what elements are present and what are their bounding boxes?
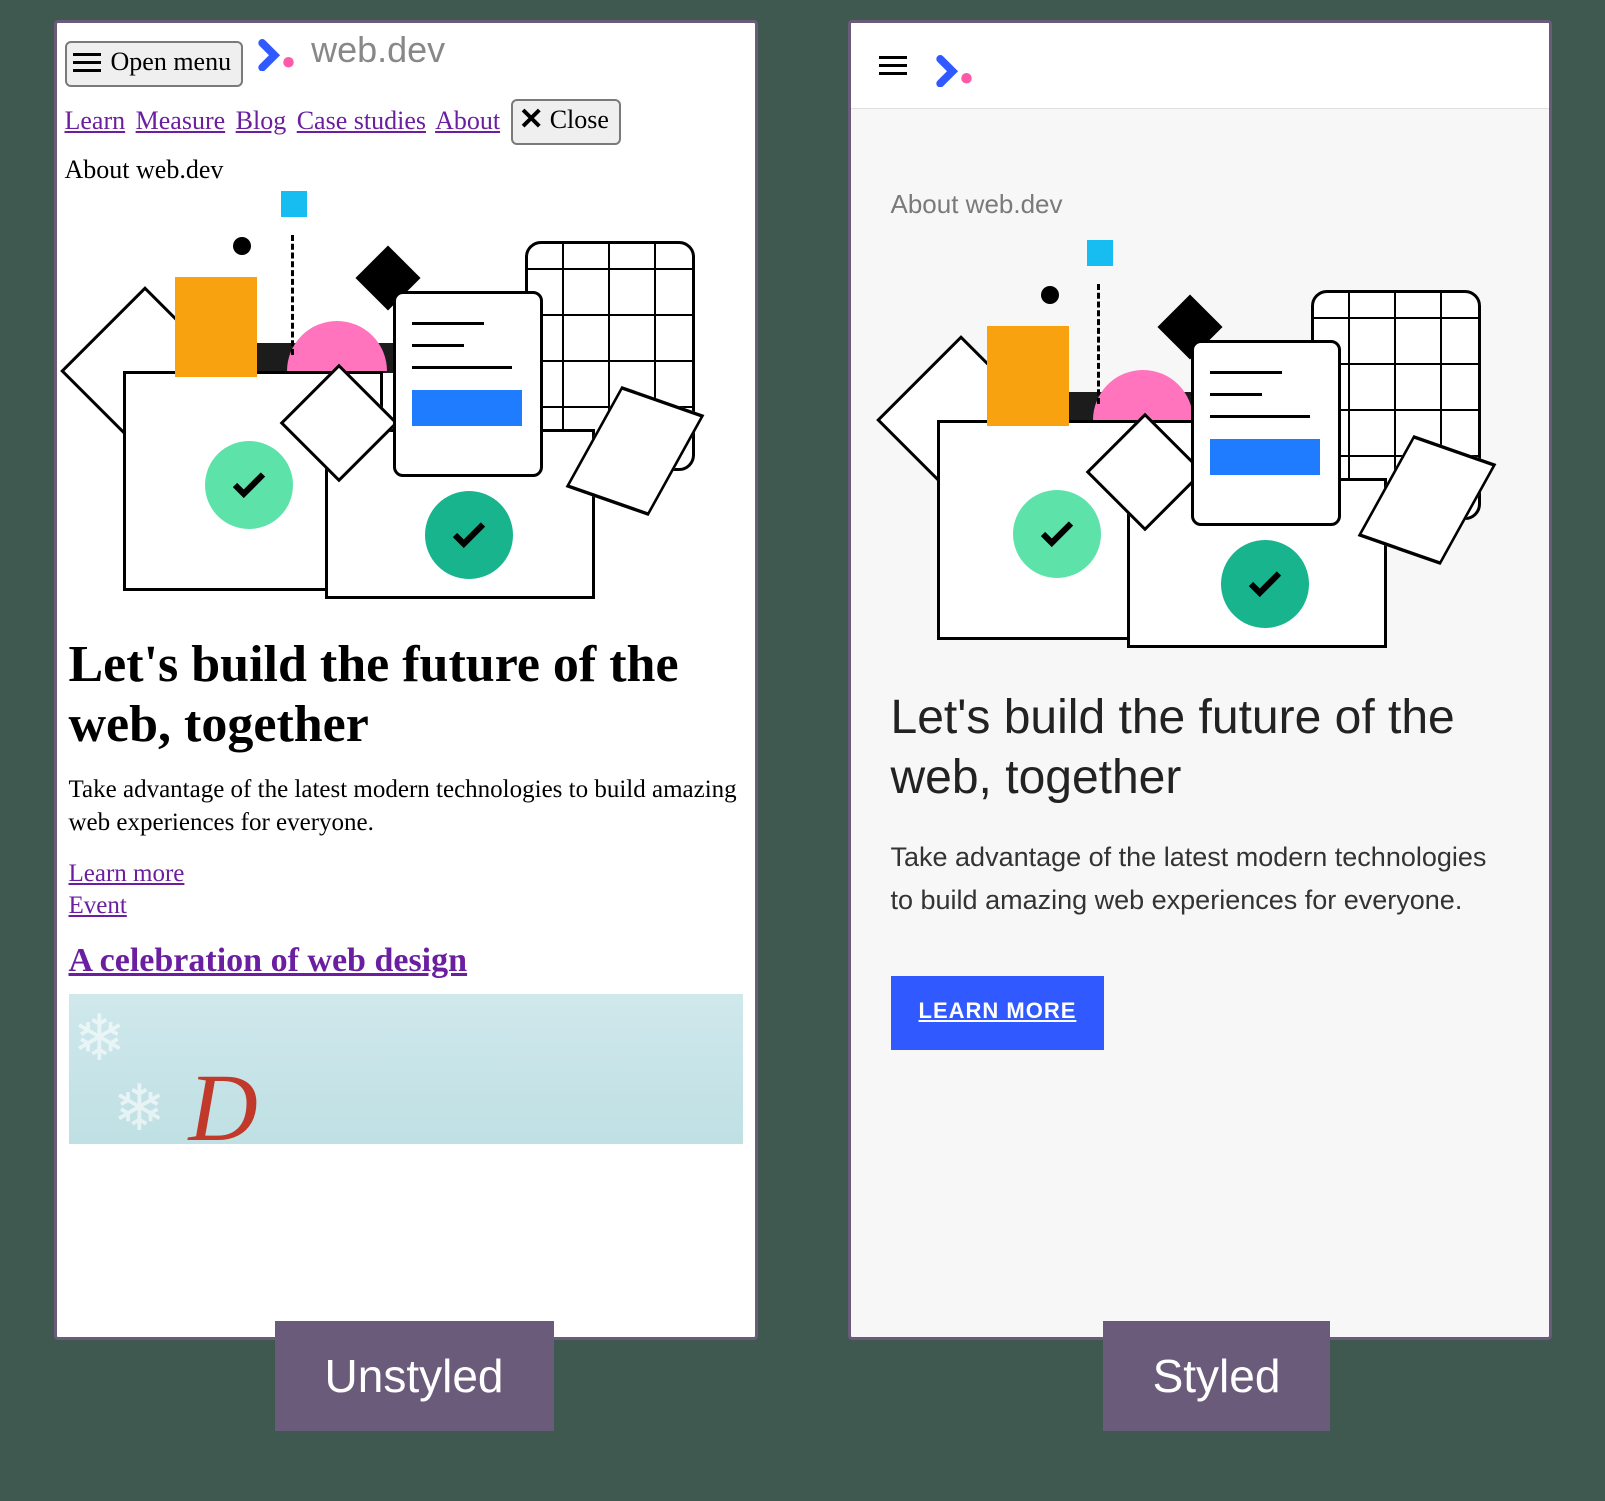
nav-learn[interactable]: Learn bbox=[65, 106, 126, 135]
styled-pane: About web.dev bbox=[848, 20, 1552, 1340]
caption-row: Unstyled Styled bbox=[0, 1321, 1605, 1501]
close-menu-button[interactable]: ✕ Close bbox=[511, 99, 621, 145]
label-styled: Styled bbox=[1103, 1321, 1331, 1431]
article-heading-link[interactable]: A celebration of web design bbox=[69, 942, 468, 979]
hamburger-icon[interactable] bbox=[879, 56, 907, 75]
hero-illustration bbox=[891, 240, 1509, 660]
webdev-logo-icon bbox=[257, 29, 299, 71]
article-thumbnail: ❄ ❄ D bbox=[69, 994, 743, 1144]
close-icon: ✕ bbox=[519, 105, 544, 135]
eyebrow-text: About web.dev bbox=[65, 155, 747, 185]
close-label: Close bbox=[550, 105, 609, 135]
subhead: Take advantage of the latest modern tech… bbox=[891, 836, 1509, 922]
learn-more-button[interactable]: LEARN MORE bbox=[891, 976, 1105, 1050]
event-link[interactable]: Event bbox=[69, 892, 743, 920]
webdev-logo-icon bbox=[935, 45, 977, 87]
learn-more-link[interactable]: Learn more bbox=[69, 860, 743, 888]
unstyled-pane: Open menu web.dev Learn Measure Blog Cas… bbox=[54, 20, 758, 1340]
nav-case-studies[interactable]: Case studies bbox=[297, 106, 426, 135]
eyebrow-text: About web.dev bbox=[891, 189, 1509, 220]
headline: Let's build the future of the web, toget… bbox=[69, 635, 743, 755]
label-unstyled: Unstyled bbox=[275, 1321, 554, 1431]
logo-text: web.dev bbox=[311, 29, 445, 71]
headline: Let's build the future of the web, toget… bbox=[891, 688, 1509, 808]
nav-blog[interactable]: Blog bbox=[236, 106, 287, 135]
nav-measure[interactable]: Measure bbox=[136, 106, 226, 135]
open-menu-label: Open menu bbox=[111, 47, 232, 77]
nav-about[interactable]: About bbox=[435, 106, 500, 135]
hamburger-icon bbox=[73, 53, 101, 72]
nav-links: Learn Measure Blog Case studies About ✕ … bbox=[65, 99, 747, 145]
subhead: Take advantage of the latest modern tech… bbox=[69, 773, 743, 841]
open-menu-button[interactable]: Open menu bbox=[65, 41, 244, 87]
hero-illustration bbox=[65, 191, 747, 611]
topbar bbox=[851, 23, 1549, 109]
